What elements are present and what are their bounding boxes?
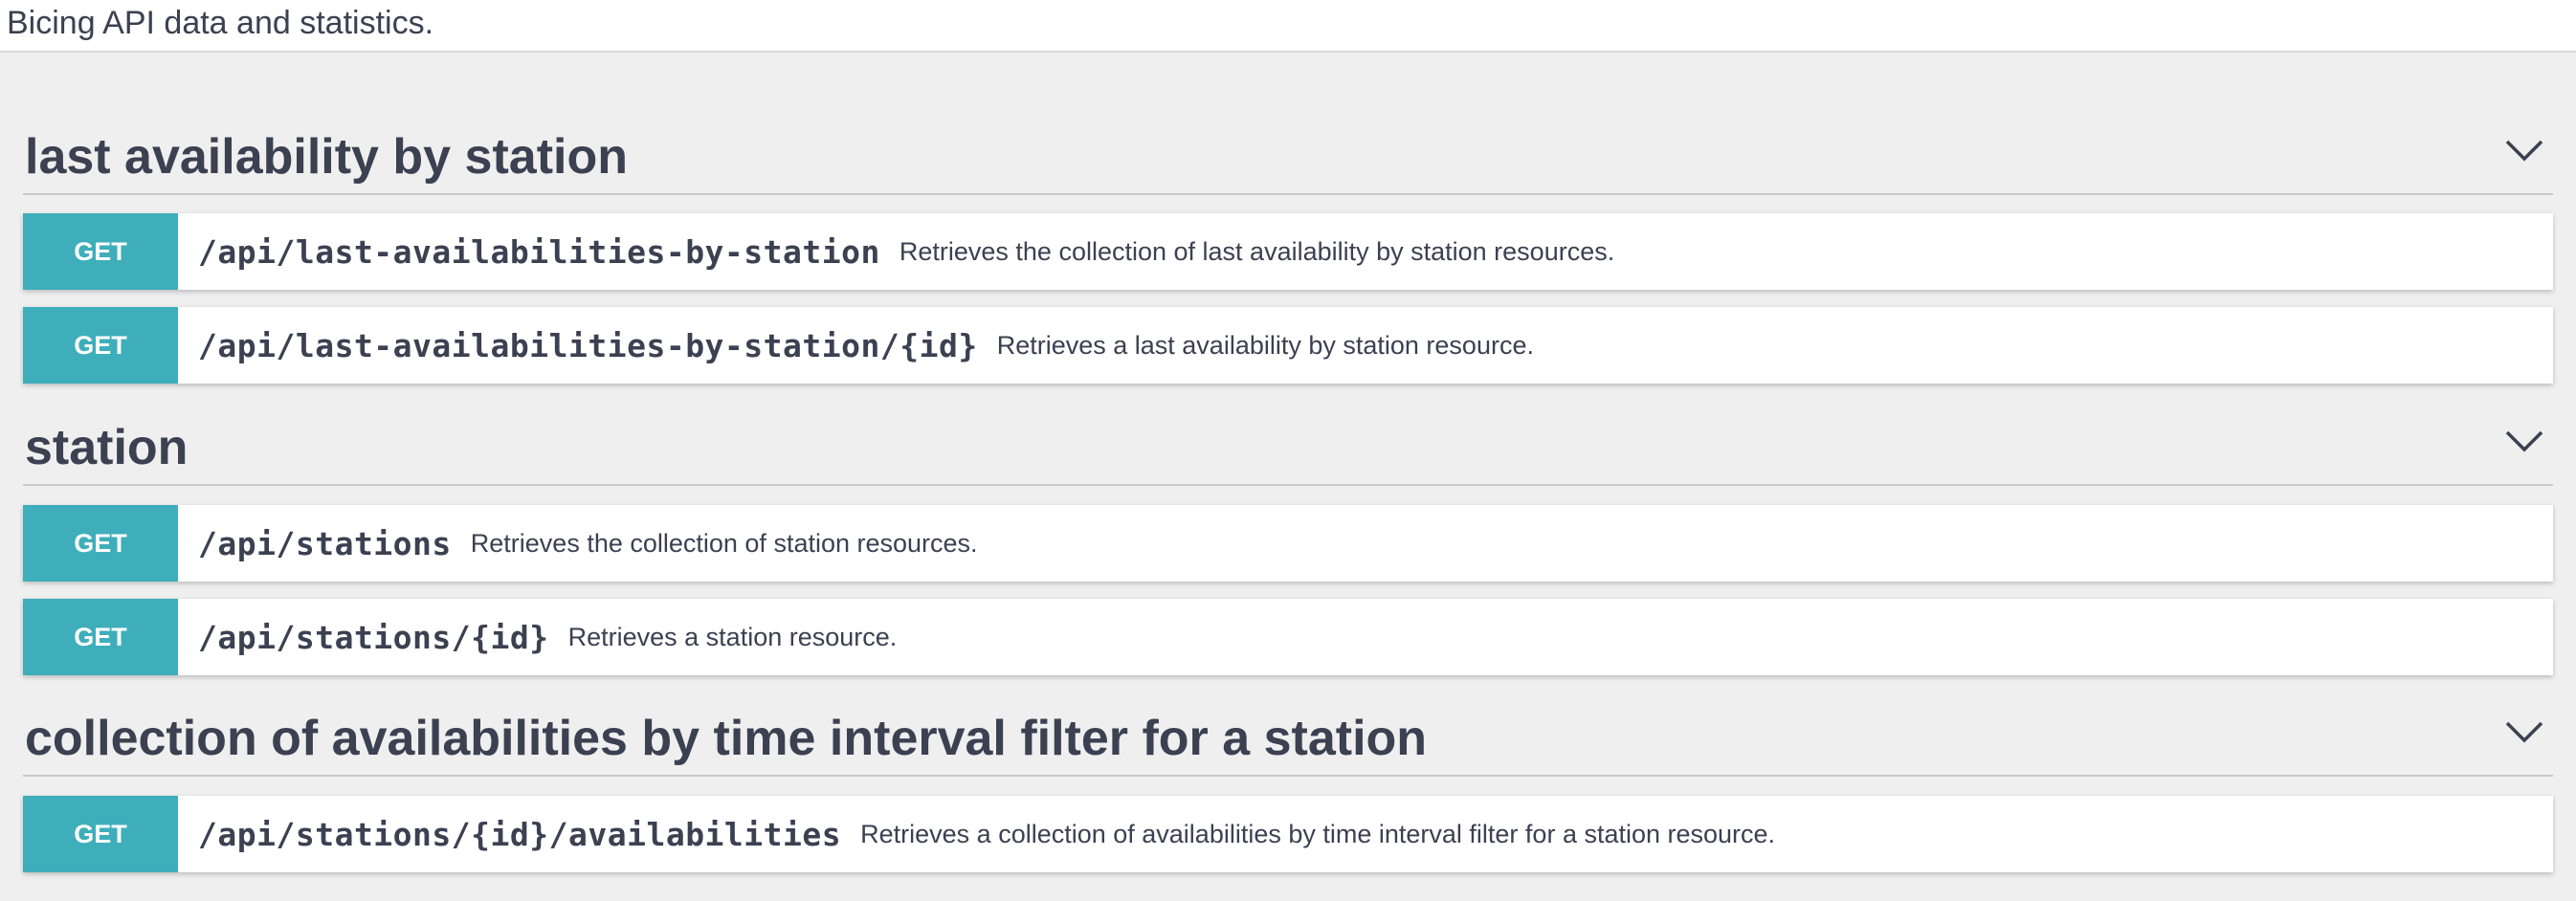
method-badge: GET	[23, 599, 178, 675]
operation-path: /api/last-availabilities-by-station/{id}	[198, 326, 978, 364]
chevron-down-icon[interactable]	[2505, 429, 2543, 453]
operation-summary: Retrieves a station resource.	[567, 622, 898, 651]
operation-line: /api/stations/{id} Retrieves a station r…	[198, 599, 897, 675]
operation-get-last-availability-by-id[interactable]: GET /api/last-availabilities-by-station/…	[23, 307, 2553, 384]
tag-section-header-availabilities[interactable]: collection of availabilities by time int…	[23, 706, 2553, 777]
operation-get-stations[interactable]: GET /api/stations Retrieves the collecti…	[23, 505, 2553, 582]
info-description-bar: Bicing API data and statistics.	[0, 0, 2576, 53]
method-badge: GET	[23, 796, 178, 872]
method-badge: GET	[23, 213, 178, 290]
operation-line: /api/last-availabilities-by-station Retr…	[198, 213, 1614, 290]
operation-path: /api/last-availabilities-by-station	[198, 232, 880, 271]
operation-line: /api/stations/{id}/availabilities Retrie…	[198, 796, 1775, 872]
chevron-down-icon[interactable]	[2505, 719, 2543, 744]
method-badge: GET	[23, 505, 178, 582]
api-description: Bicing API data and statistics.	[7, 5, 434, 41]
operation-line: /api/last-availabilities-by-station/{id}…	[198, 307, 1534, 384]
operation-summary: Retrieves a last availability by station…	[996, 330, 1534, 360]
operation-line: /api/stations Retrieves the collection o…	[198, 505, 978, 582]
operation-path: /api/stations	[198, 524, 452, 562]
operation-summary: Retrieves a collection of availabilities…	[860, 819, 1776, 848]
section-title: last availability by station	[25, 129, 628, 185]
operation-path: /api/stations/{id}/availabilities	[198, 815, 842, 853]
operation-get-station-by-id[interactable]: GET /api/stations/{id} Retrieves a stati…	[23, 599, 2553, 675]
section-title: collection of availabilities by time int…	[25, 711, 1428, 766]
operation-get-last-availabilities[interactable]: GET /api/last-availabilities-by-station …	[23, 213, 2553, 290]
tag-section-header-station[interactable]: station	[23, 415, 2553, 486]
method-badge: GET	[23, 307, 178, 384]
operation-summary: Retrieves the collection of station reso…	[470, 528, 978, 558]
operation-summary: Retrieves the collection of last availab…	[899, 236, 1615, 266]
operation-path: /api/stations/{id}	[198, 618, 549, 656]
chevron-down-icon[interactable]	[2505, 138, 2543, 163]
tag-section-header-last-availability[interactable]: last availability by station	[23, 124, 2553, 195]
operation-get-station-availabilities[interactable]: GET /api/stations/{id}/availabilities Re…	[23, 796, 2553, 872]
section-title: station	[25, 420, 189, 475]
